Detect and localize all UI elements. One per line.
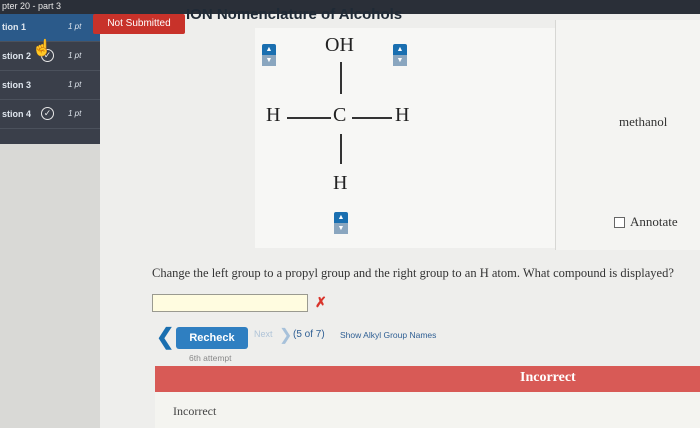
arrow-up-icon[interactable]: ▲ — [262, 44, 276, 55]
annotate-label[interactable]: Annotate — [630, 214, 678, 230]
atom-bottom: H — [333, 172, 348, 194]
question-text: Change the left group to a propyl group … — [152, 266, 674, 280]
atom-center: C — [333, 104, 347, 126]
chevron-right-icon[interactable]: ❯ — [279, 325, 292, 345]
atom-right: H — [395, 104, 410, 126]
sidebar-item-label: tion 1 — [2, 22, 26, 32]
sidebar-item-points: 1 pt — [68, 51, 82, 60]
arrow-down-icon[interactable]: ▼ — [393, 55, 407, 66]
atom-top: OH — [325, 34, 354, 56]
x-mark-icon: ✗ — [315, 294, 327, 310]
chevron-left-icon[interactable]: ❮ — [156, 326, 174, 348]
incorrect-banner: Incorrect — [155, 366, 700, 392]
annotate-checkbox[interactable] — [614, 217, 625, 228]
answer-input[interactable] — [152, 294, 308, 312]
compound-name: methanol — [619, 114, 668, 129]
sidebar-item-label: stion 2 — [2, 51, 32, 61]
bottom-stepper-icon[interactable]: ▲ ▼ — [334, 212, 348, 234]
question-counter: (5 of 7) — [293, 329, 325, 340]
sidebar-item-points: 1 pt — [68, 109, 82, 118]
bond-top — [340, 62, 342, 94]
bond-left — [287, 117, 331, 119]
result-card — [555, 20, 700, 250]
arrow-up-icon[interactable]: ▲ — [334, 212, 348, 223]
hand-cursor-icon: ☝ — [32, 40, 52, 57]
sidebar-item-label: stion 4 — [2, 109, 32, 119]
arrow-up-icon[interactable]: ▲ — [393, 44, 407, 55]
next-button[interactable]: Next — [254, 329, 273, 339]
page-title: ION Nomenclature of Alcohols — [186, 6, 403, 23]
sidebar-item-points: 1 pt — [68, 22, 82, 31]
feedback-text: Incorrect — [173, 404, 217, 418]
incorrect-banner-text: Incorrect — [520, 370, 576, 385]
sidebar-item-points: 1 pt — [68, 80, 82, 89]
sidebar-item-question-3[interactable]: stion 3 1 pt — [0, 72, 100, 100]
recheck-button[interactable]: Recheck — [176, 327, 248, 349]
top-left-stepper-icon[interactable]: ▲ ▼ — [262, 44, 276, 66]
status-badge: Not Submitted — [93, 14, 185, 34]
chapter-label: pter 20 - part 3 — [2, 1, 62, 11]
question-sidebar: tion 1 1 pt stion 2 ✓ 1 pt stion 3 1 pt … — [0, 14, 100, 144]
attempt-label: 6th attempt — [189, 353, 232, 363]
arrow-down-icon[interactable]: ▼ — [334, 223, 348, 234]
top-right-stepper-icon[interactable]: ▲ ▼ — [393, 44, 407, 66]
arrow-down-icon[interactable]: ▼ — [262, 55, 276, 66]
sidebar-item-label: stion 3 — [2, 80, 32, 90]
bond-bottom — [340, 134, 342, 164]
check-circle-icon: ✓ — [41, 107, 54, 120]
atom-left: H — [266, 104, 281, 126]
show-alkyl-names-link[interactable]: Show Alkyl Group Names — [340, 330, 436, 340]
sidebar-item-question-4[interactable]: stion 4 ✓ 1 pt — [0, 101, 100, 129]
bond-right — [352, 117, 392, 119]
feedback-box: Incorrect — [155, 392, 700, 428]
